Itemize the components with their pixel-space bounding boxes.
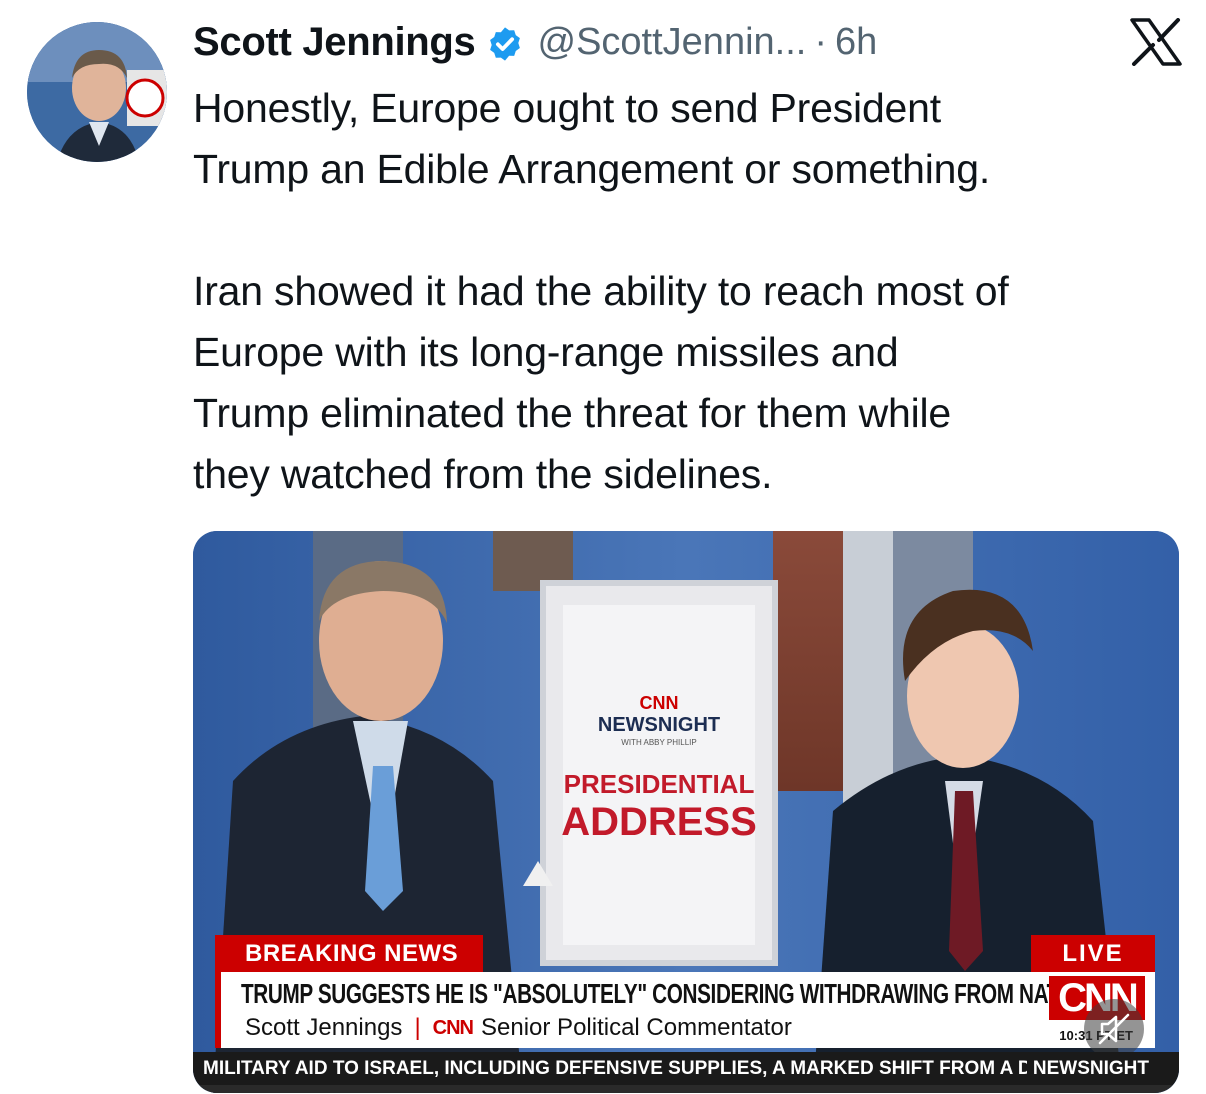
- news-ticker: MILITARY AID TO ISRAEL, INCLUDING DEFENS…: [193, 1052, 1179, 1085]
- verified-badge-icon[interactable]: [486, 25, 524, 63]
- tweet-text-line: Iran showed it had the ability to reach …: [193, 268, 1009, 314]
- chyron-headline: TRUMP SUGGESTS HE IS "ABSOLUTELY" CONSID…: [241, 978, 1075, 1009]
- screen-show: NEWSNIGHT: [598, 714, 720, 736]
- author-name[interactable]: Scott Jennings: [193, 20, 476, 65]
- chyron-subline: Scott Jennings | CNN Senior Political Co…: [245, 1014, 792, 1042]
- guest-title: Senior Political Commentator: [481, 1014, 792, 1041]
- x-logo-icon[interactable]: [1129, 18, 1183, 66]
- tweet-text-line: they watched from the sidelines.: [193, 451, 773, 497]
- tweet-text: Honestly, Europe ought to send President…: [193, 78, 1183, 505]
- tweet-text-line: Trump an Edible Arrangement or something…: [193, 146, 991, 192]
- ticker-strip: [193, 1085, 1179, 1093]
- guest-name: Scott Jennings: [245, 1014, 403, 1041]
- tweet-text-line: Europe with its long-range missiles and: [193, 329, 899, 375]
- tweet-header: Scott Jennings @ScottJennin... · 6h: [193, 14, 1183, 70]
- guest-network-logo: CNN: [432, 1016, 474, 1039]
- author-avatar[interactable]: [27, 22, 167, 162]
- ticker-text: MILITARY AID TO ISRAEL, INCLUDING DEFENS…: [203, 1058, 1032, 1079]
- lower-third: TRUMP SUGGESTS HE IS "ABSOLUTELY" CONSID…: [215, 972, 1155, 1048]
- subline-separator: |: [414, 1014, 421, 1041]
- screen-title-2: ADDRESS: [561, 800, 757, 844]
- author-handle[interactable]: @ScottJennin...: [538, 21, 807, 64]
- tweet-time[interactable]: 6h: [835, 21, 877, 64]
- tweet-video[interactable]: CNN NEWSNIGHT WITH ABBY PHILLIP PRESIDEN…: [193, 531, 1179, 1093]
- screen-show-sub: WITH ABBY PHILLIP: [621, 738, 696, 747]
- tweet-text-line: Trump eliminated the threat for them whi…: [193, 390, 952, 436]
- tweet-text-line: Honestly, Europe ought to send President: [193, 85, 941, 131]
- screen-title-1: PRESIDENTIAL: [564, 769, 755, 799]
- separator-dot: ·: [814, 20, 827, 63]
- screen-logo: CNN: [640, 693, 679, 713]
- breaking-news-label: BREAKING NEWS: [215, 935, 483, 972]
- live-label: LIVE: [1031, 935, 1155, 972]
- avatar-photo: [27, 22, 167, 162]
- muted-speaker-icon: [1098, 1013, 1130, 1045]
- mute-button[interactable]: [1084, 999, 1144, 1059]
- ticker-brand: NEWSNIGHT: [1026, 1052, 1149, 1085]
